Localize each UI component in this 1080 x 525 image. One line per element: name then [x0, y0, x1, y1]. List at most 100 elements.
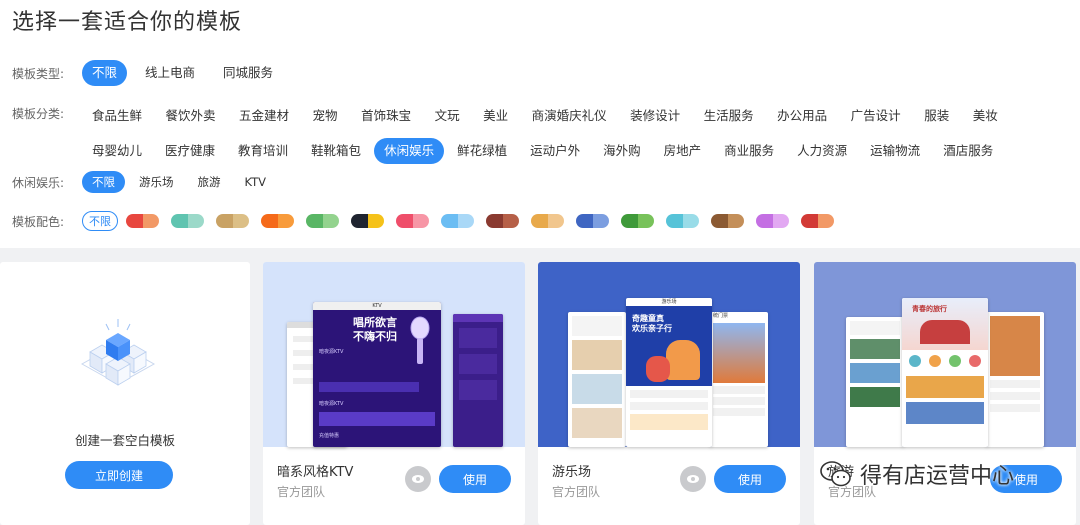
filter-category-option[interactable]: 商业服务: [714, 138, 784, 164]
use-template-button[interactable]: 使用: [439, 465, 511, 493]
cube-icon: [80, 319, 156, 386]
color-swatch[interactable]: [486, 214, 519, 228]
filter-category-option[interactable]: 五金建材: [229, 103, 299, 129]
color-swatch[interactable]: [711, 214, 744, 228]
filter-category-option[interactable]: 教育培训: [228, 138, 298, 164]
color-swatch[interactable]: [261, 214, 294, 228]
blank-template-card[interactable]: 创建一套空白模板 立即创建: [0, 262, 250, 525]
screen-status: 游乐场: [661, 299, 677, 305]
screen-store1: 暗夜源KTV: [319, 349, 344, 355]
color-any-chip[interactable]: 不限: [82, 211, 118, 231]
template-card-ktv[interactable]: KTV 唱所欲言 不嗨不归 暗夜源KTV 暗夜源KTV 充值特惠 暗系风格KTV…: [263, 262, 525, 525]
filter-leisure-option[interactable]: 旅游: [188, 171, 231, 193]
filter-type-row: 模板类型: 不限 线上电商 同城服务: [12, 60, 291, 86]
color-swatch[interactable]: [756, 214, 789, 228]
preview-button[interactable]: [680, 466, 706, 492]
template-thumbnail: KTV 唱所欲言 不嗨不归 暗夜源KTV 暗夜源KTV 充值特惠: [263, 262, 525, 447]
watermark: 得有店运营中心: [820, 458, 1014, 490]
template-thumbnail: 统门票 游乐场 奇趣童真 欢乐亲子行: [538, 262, 800, 447]
color-swatch[interactable]: [801, 214, 834, 228]
screen-section: 充值特惠: [319, 433, 340, 439]
filter-leisure-option[interactable]: 不限: [82, 171, 125, 193]
filter-category-option[interactable]: 服装: [914, 103, 959, 129]
filter-leisure-row: 休闲娱乐: 不限 游乐场 旅游 KTV: [12, 171, 280, 193]
filter-category-option[interactable]: 海外购: [593, 138, 651, 164]
filter-category-option[interactable]: 休闲娱乐: [374, 138, 445, 164]
filter-category-option[interactable]: 美妆: [963, 103, 1008, 129]
filter-category-option[interactable]: 宠物: [303, 103, 348, 129]
filter-leisure-option[interactable]: 游乐场: [129, 171, 184, 193]
template-team: 官方团队: [277, 485, 326, 499]
filter-category-option[interactable]: 文玩: [425, 103, 470, 129]
screen-headline1: 唱所欲言: [353, 316, 397, 329]
preview-screen-left: [846, 317, 904, 447]
filter-category-option[interactable]: 办公用品: [767, 103, 837, 129]
color-swatch[interactable]: [306, 214, 339, 228]
create-now-button[interactable]: 立即创建: [65, 461, 173, 489]
screen-status: KTV: [313, 302, 441, 310]
filter-category-option[interactable]: 餐饮外卖: [156, 103, 226, 129]
filter-category-option[interactable]: 母婴幼儿: [82, 138, 152, 164]
filter-category-line2: 母婴幼儿 医疗健康 教育培训 鞋靴箱包 休闲娱乐 鲜花绿植 运动户外 海外购 房地产 商业服务 人力…: [82, 138, 1006, 164]
use-template-button[interactable]: 使用: [714, 465, 786, 493]
blank-template-title: 创建一套空白模板: [74, 433, 175, 448]
filter-type-option[interactable]: 线上电商: [135, 60, 205, 86]
screen-store2: 暗夜源KTV: [319, 401, 344, 407]
filter-category-option[interactable]: 鞋靴箱包: [301, 138, 371, 164]
filter-category-line1: 食品生鲜 餐饮外卖 五金建材 宠物 首饰珠宝 文玩 美业 商演婚庆礼仪 装修设计 生活服务 办公用品…: [82, 103, 1011, 129]
filter-category-option[interactable]: 酒店服务: [933, 138, 1003, 164]
filter-category-option[interactable]: 运动户外: [520, 138, 590, 164]
filter-category-label: 模板分类:: [12, 107, 65, 121]
template-team: 官方团队: [552, 485, 601, 499]
color-swatch[interactable]: [396, 214, 429, 228]
preview-screen-main: KTV 唱所欲言 不嗨不归 暗夜源KTV 暗夜源KTV 充值特惠: [313, 302, 441, 447]
filter-color-label: 模板配色:: [12, 214, 65, 229]
color-swatch[interactable]: [171, 214, 204, 228]
preview-screen-right: [453, 314, 503, 447]
filter-category-option[interactable]: 鲜花绿植: [447, 138, 517, 164]
preview-screen-main: 青春的旅行: [902, 298, 988, 447]
color-swatch[interactable]: [441, 214, 474, 228]
filter-category-option[interactable]: 人力资源: [787, 138, 857, 164]
filter-category-option[interactable]: 商演婚庆礼仪: [522, 103, 617, 129]
wechat-icon: [820, 461, 851, 487]
color-swatch[interactable]: [666, 214, 699, 228]
template-name: 暗系风格KTV: [277, 465, 354, 480]
filter-leisure-label: 休闲娱乐:: [12, 175, 65, 190]
screen-headline2: 不嗨不归: [353, 330, 397, 343]
template-thumbnail: 青春的旅行: [814, 262, 1076, 447]
color-swatch[interactable]: [351, 214, 384, 228]
color-swatch[interactable]: [216, 214, 249, 228]
template-card-amusement-park[interactable]: 统门票 游乐场 奇趣童真 欢乐亲子行 游乐场 官方团队 使用: [538, 262, 800, 525]
watermark-text: 得有店运营中心: [860, 464, 1015, 489]
filter-color-row: 模板配色: 不限: [12, 211, 846, 231]
eye-icon: [687, 475, 699, 483]
preview-button[interactable]: [405, 466, 431, 492]
eye-icon: [412, 475, 424, 483]
preview-screen-main: 游乐场 奇趣童真 欢乐亲子行: [626, 298, 712, 447]
filter-type-option[interactable]: 同城服务: [213, 60, 283, 86]
filter-type-option[interactable]: 不限: [82, 60, 128, 86]
filter-category-option[interactable]: 美业: [473, 103, 518, 129]
screen-banner1: 奇趣童真: [632, 314, 664, 323]
preview-screen-left: [568, 312, 626, 447]
filter-category-option[interactable]: 装修设计: [620, 103, 690, 129]
filter-category-option[interactable]: 首饰珠宝: [351, 103, 421, 129]
color-swatch[interactable]: [576, 214, 609, 228]
filter-category-option[interactable]: 食品生鲜: [82, 103, 152, 129]
filter-category-option[interactable]: 生活服务: [694, 103, 764, 129]
filter-leisure-option[interactable]: KTV: [235, 171, 277, 193]
filter-category-option[interactable]: 医疗健康: [155, 138, 225, 164]
template-name: 游乐场: [552, 465, 592, 480]
preview-screen-right: 统门票: [710, 312, 768, 447]
color-swatch[interactable]: [126, 214, 159, 228]
microphone-icon: [410, 316, 430, 364]
screen-banner: 青春的旅行: [912, 305, 947, 313]
filter-category-option[interactable]: 运输物流: [860, 138, 930, 164]
color-swatch[interactable]: [531, 214, 564, 228]
filter-category-option[interactable]: 房地产: [654, 138, 712, 164]
screen-banner2: 欢乐亲子行: [632, 324, 672, 333]
color-swatch[interactable]: [621, 214, 654, 228]
page-title: 选择一套适合你的模板: [12, 10, 243, 35]
filter-category-option[interactable]: 广告设计: [841, 103, 911, 129]
